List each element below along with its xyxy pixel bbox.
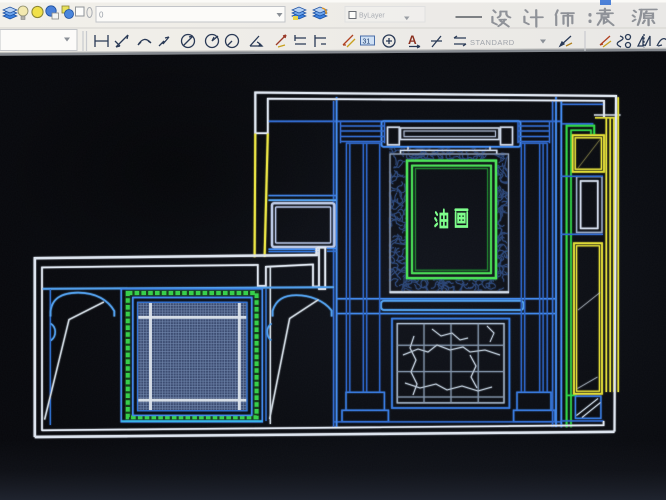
svg-text:STANDARD: STANDARD [470, 38, 515, 47]
svg-text:A: A [408, 33, 417, 47]
svg-text:ByLayer: ByLayer [359, 13, 385, 20]
svg-text:31: 31 [363, 39, 371, 46]
svg-text:0: 0 [99, 11, 104, 20]
